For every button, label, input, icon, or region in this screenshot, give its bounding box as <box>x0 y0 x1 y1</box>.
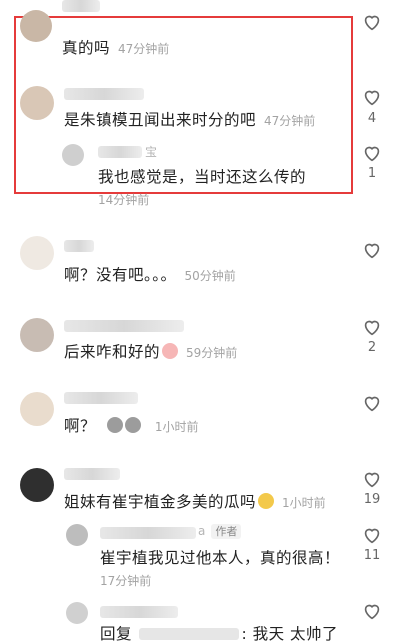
username-blurred[interactable] <box>64 88 144 100</box>
reply-target-blurred[interactable] <box>139 628 240 640</box>
comment-text: 啊？没有吧。。。 50分钟前 <box>64 266 236 284</box>
like-count: 1 <box>367 166 377 181</box>
username-blurred[interactable] <box>98 146 142 158</box>
avatar[interactable] <box>66 602 88 624</box>
comment-time: 50分钟前 <box>184 269 236 283</box>
username-suffix[interactable]: a 作者 <box>198 524 242 539</box>
comment-time: 59分钟前 <box>186 346 238 360</box>
like-heart-icon[interactable] <box>361 142 383 164</box>
comment-time: 1小时前 <box>282 496 326 510</box>
comment-text: 姐妹有崔宇植金多美的瓜吗 1小时前 <box>64 493 326 511</box>
avatar[interactable] <box>20 86 54 120</box>
like-heart-icon[interactable] <box>361 468 383 490</box>
like-heart-icon[interactable] <box>361 11 383 33</box>
comment-time: 47分钟前 <box>264 114 316 128</box>
like-count: 4 <box>367 111 377 126</box>
comment-time: 17分钟前 <box>100 574 152 588</box>
comment-text: 啊？ 1小时前 <box>64 417 199 435</box>
pig-face-emoji <box>162 343 179 359</box>
comment-text: 后来咋和好的 59分钟前 <box>64 343 238 361</box>
username-blurred[interactable] <box>64 468 120 480</box>
stone-face-emoji <box>107 417 124 433</box>
reply-text: 崔宇植我见过他本人，真的很高！ <box>100 549 341 567</box>
avatar[interactable] <box>62 144 84 166</box>
avatar[interactable] <box>20 10 52 42</box>
username-blurred[interactable] <box>100 606 178 618</box>
reply-text: 我也感觉是，当时还这么传的 <box>98 168 307 186</box>
comment-time: 14分钟前 <box>98 193 150 207</box>
username-blurred[interactable] <box>64 392 138 404</box>
avatar[interactable] <box>20 468 54 502</box>
avatar[interactable] <box>20 236 54 270</box>
avatar[interactable] <box>20 392 54 426</box>
avatar[interactable] <box>66 524 88 546</box>
author-badge: 作者 <box>211 524 242 539</box>
like-count: 11 <box>363 548 381 563</box>
comment-time: 47分钟前 <box>118 42 170 56</box>
like-heart-icon[interactable] <box>361 524 383 546</box>
reply-text: 回复 : 我天 太帅了 <box>100 625 339 643</box>
stone-face-emoji <box>125 417 142 433</box>
username-suffix[interactable]: 宝 <box>145 143 157 160</box>
like-heart-icon[interactable] <box>361 600 383 622</box>
username-blurred[interactable] <box>64 320 184 332</box>
like-heart-icon[interactable] <box>361 239 383 261</box>
comment-text: 是朱镇模丑闻出来时分的吧 47分钟前 <box>64 111 316 129</box>
like-count: 19 <box>363 492 381 507</box>
username-blurred[interactable] <box>100 527 196 539</box>
sweat-smile-emoji <box>258 493 275 509</box>
comment-text: 真的吗 47分钟前 <box>62 39 170 57</box>
like-count: 2 <box>367 340 377 355</box>
username-blurred[interactable] <box>64 240 94 252</box>
like-heart-icon[interactable] <box>361 86 383 108</box>
like-heart-icon[interactable] <box>361 392 383 414</box>
avatar[interactable] <box>20 318 54 352</box>
username-blurred[interactable] <box>62 0 100 12</box>
comment-time: 1小时前 <box>154 420 199 434</box>
like-heart-icon[interactable] <box>361 316 383 338</box>
